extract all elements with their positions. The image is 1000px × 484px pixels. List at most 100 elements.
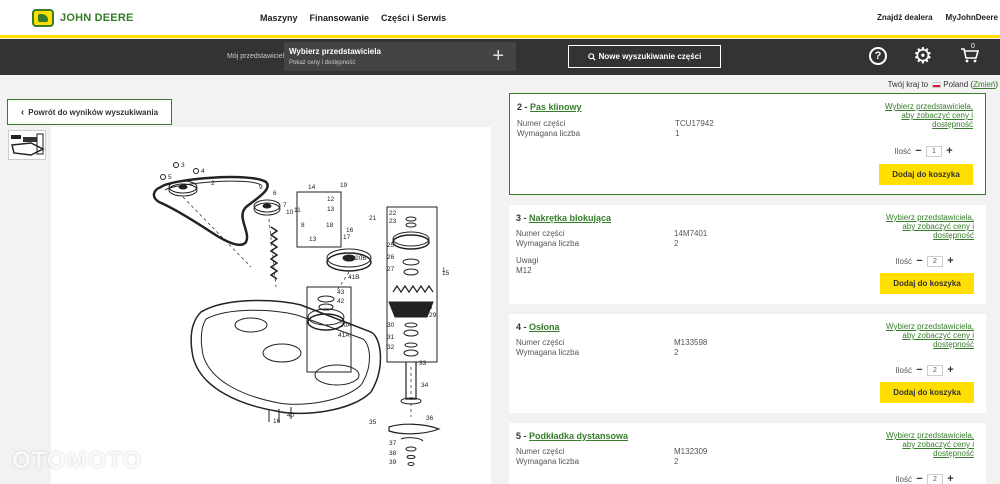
minus-icon[interactable]: −	[913, 146, 924, 157]
quantity-label: Ilość	[894, 147, 911, 156]
part-number-index: 5 -	[516, 431, 530, 441]
new-parts-search-button[interactable]: Nowe wyszukiwanie części	[568, 45, 721, 68]
help-icon[interactable]: ?	[869, 47, 887, 65]
quantity-input[interactable]: 1	[926, 146, 942, 157]
back-to-results-button[interactable]: ‹ Powrót do wyników wyszukiwania	[7, 99, 172, 125]
plus-icon[interactable]: +	[945, 474, 956, 484]
part-number-value: M133598	[674, 338, 708, 347]
quantity-label: Ilość	[895, 475, 912, 484]
add-to-cart-button[interactable]: Dodaj do koszyka	[879, 164, 973, 185]
svg-text:11: 11	[294, 207, 301, 214]
dealer-title: Wybierz przedstawiciela	[289, 47, 381, 56]
top-navigation: JOHN DEERE Maszyny Finansowanie Części i…	[0, 0, 1000, 38]
part-title: 4 - Osłona	[516, 322, 560, 332]
minus-icon[interactable]: −	[914, 474, 925, 484]
select-dealer-price-link[interactable]: Wybierz przedstawiciela, aby zobaczyć ce…	[884, 431, 974, 458]
add-to-cart-button[interactable]: Dodaj do koszyka	[880, 382, 974, 403]
plus-icon[interactable]: +	[944, 146, 955, 157]
svg-text:10: 10	[286, 209, 294, 216]
svg-text:13: 13	[309, 236, 317, 243]
part-card[interactable]: 5 - Podkładka dystansowa Numer części M1…	[509, 423, 986, 484]
part-name-link[interactable]: Osłona	[529, 322, 560, 332]
utility-menu: Znajdź dealera MyJohnDeere	[877, 13, 1000, 22]
part-number-label: Numer części	[516, 447, 565, 456]
select-dealer-price-link[interactable]: Wybierz przedstawiciela, aby zobaczyć ce…	[883, 102, 973, 129]
country-name: Poland	[943, 80, 969, 89]
svg-text:30: 30	[387, 322, 395, 329]
required-qty-label: Wymagana liczba	[516, 348, 580, 357]
svg-text:36: 36	[426, 415, 434, 422]
part-card[interactable]: 3 - Nakrętka blokująca Numer części 14M7…	[509, 205, 986, 304]
svg-text:20B: 20B	[355, 255, 367, 262]
gear-icon[interactable]: ⚙	[913, 44, 933, 68]
quantity-stepper: Ilość − 2 +	[896, 474, 956, 484]
watermark: OTOMOTO	[12, 447, 143, 474]
search-button-label: Nowe wyszukiwanie części	[598, 52, 702, 61]
svg-text:25: 25	[387, 242, 395, 249]
part-number-index: 2 -	[517, 102, 531, 112]
find-dealer-link[interactable]: Znajdź dealera	[877, 13, 933, 22]
required-qty-value: 1	[675, 129, 680, 138]
nav-link-czesci-serwis[interactable]: Części i Serwis	[381, 13, 446, 23]
required-qty-value: 2	[674, 239, 679, 248]
plus-icon[interactable]: +	[945, 256, 956, 267]
select-dealer-price-link[interactable]: Wybierz przedstawiciela, aby zobaczyć ce…	[884, 213, 974, 240]
minus-icon[interactable]: −	[914, 256, 925, 267]
required-qty-value: 2	[674, 348, 679, 357]
svg-text:34: 34	[421, 382, 429, 389]
deer-logo-icon	[32, 9, 54, 27]
poland-flag-icon	[932, 81, 942, 88]
myjohndeere-link[interactable]: MyJohnDeere	[946, 13, 998, 22]
quantity-input[interactable]: 2	[927, 256, 943, 267]
country-selector: Twój kraj to Poland (Zmień)	[887, 80, 998, 89]
svg-text:40: 40	[287, 412, 295, 419]
change-country-link[interactable]: Zmień	[973, 80, 995, 89]
nav-link-maszyny[interactable]: Maszyny	[260, 13, 298, 23]
parts-diagram[interactable]: 3 4 5 2 14 19 11 10 12 13 13 17 16 18 8769 20B…	[51, 127, 491, 484]
svg-text:19: 19	[340, 182, 348, 189]
country-prefix: Twój kraj to	[887, 80, 929, 89]
quantity-label: Ilość	[895, 257, 912, 266]
select-dealer-price-link[interactable]: Wybierz przedstawiciela, aby zobaczyć ce…	[884, 322, 974, 349]
quantity-input[interactable]: 2	[927, 474, 943, 484]
plus-icon: +	[492, 45, 504, 67]
plus-icon[interactable]: +	[945, 365, 956, 376]
quantity-input[interactable]: 2	[927, 365, 943, 376]
john-deere-logo[interactable]: JOHN DEERE	[32, 9, 134, 27]
part-title: 2 - Pas klinowy	[517, 102, 582, 112]
svg-text:42: 42	[337, 298, 345, 305]
required-qty-label: Wymagana liczba	[516, 457, 580, 466]
dealer-label: Mój przedstawiciel	[227, 53, 285, 60]
diagram-thumbnail-icon	[11, 133, 45, 156]
part-card[interactable]: 4 - Osłona Numer części M133598 Wymagana…	[509, 314, 986, 413]
svg-text:13: 13	[327, 206, 335, 213]
svg-text:18: 18	[326, 222, 334, 229]
svg-text:29: 29	[429, 312, 437, 319]
quantity-stepper: Ilość − 1 +	[895, 146, 955, 157]
nav-link-finansowanie[interactable]: Finansowanie	[310, 13, 370, 23]
part-title: 5 - Podkładka dystansowa	[516, 431, 628, 441]
brand-name: JOHN DEERE	[60, 12, 134, 24]
part-card[interactable]: 2 - Pas klinowy Numer części TCU17942 Wy…	[509, 93, 986, 195]
part-number-value: M132309	[674, 447, 708, 456]
part-number-label: Numer części	[517, 119, 566, 128]
part-name-link[interactable]: Nakrętka blokująca	[529, 213, 611, 223]
part-name-link[interactable]: Pas klinowy	[530, 102, 582, 112]
part-title: 3 - Nakrętka blokująca	[516, 213, 611, 223]
cart-button[interactable]: 0	[960, 43, 982, 67]
svg-text:12: 12	[327, 196, 335, 203]
minus-icon[interactable]: −	[914, 365, 925, 376]
select-dealer-button[interactable]: Wybierz przedstawiciela Pokaż ceny i dos…	[284, 42, 516, 71]
svg-text:38: 38	[389, 450, 397, 457]
chevron-left-icon: ‹	[20, 106, 25, 118]
svg-text:35: 35	[369, 419, 377, 426]
part-number-label: Numer części	[516, 338, 565, 347]
svg-text:1: 1	[442, 267, 446, 274]
diagram-thumbnail[interactable]	[8, 130, 46, 160]
add-to-cart-button[interactable]: Dodaj do koszyka	[880, 273, 974, 294]
part-name-link[interactable]: Podkładka dystansowa	[529, 431, 628, 441]
parts-toolbar: Mój przedstawiciel Wybierz przedstawicie…	[0, 39, 1000, 75]
svg-text:22: 22	[389, 210, 397, 217]
svg-text:17: 17	[343, 234, 351, 241]
svg-text:31: 31	[387, 334, 395, 341]
